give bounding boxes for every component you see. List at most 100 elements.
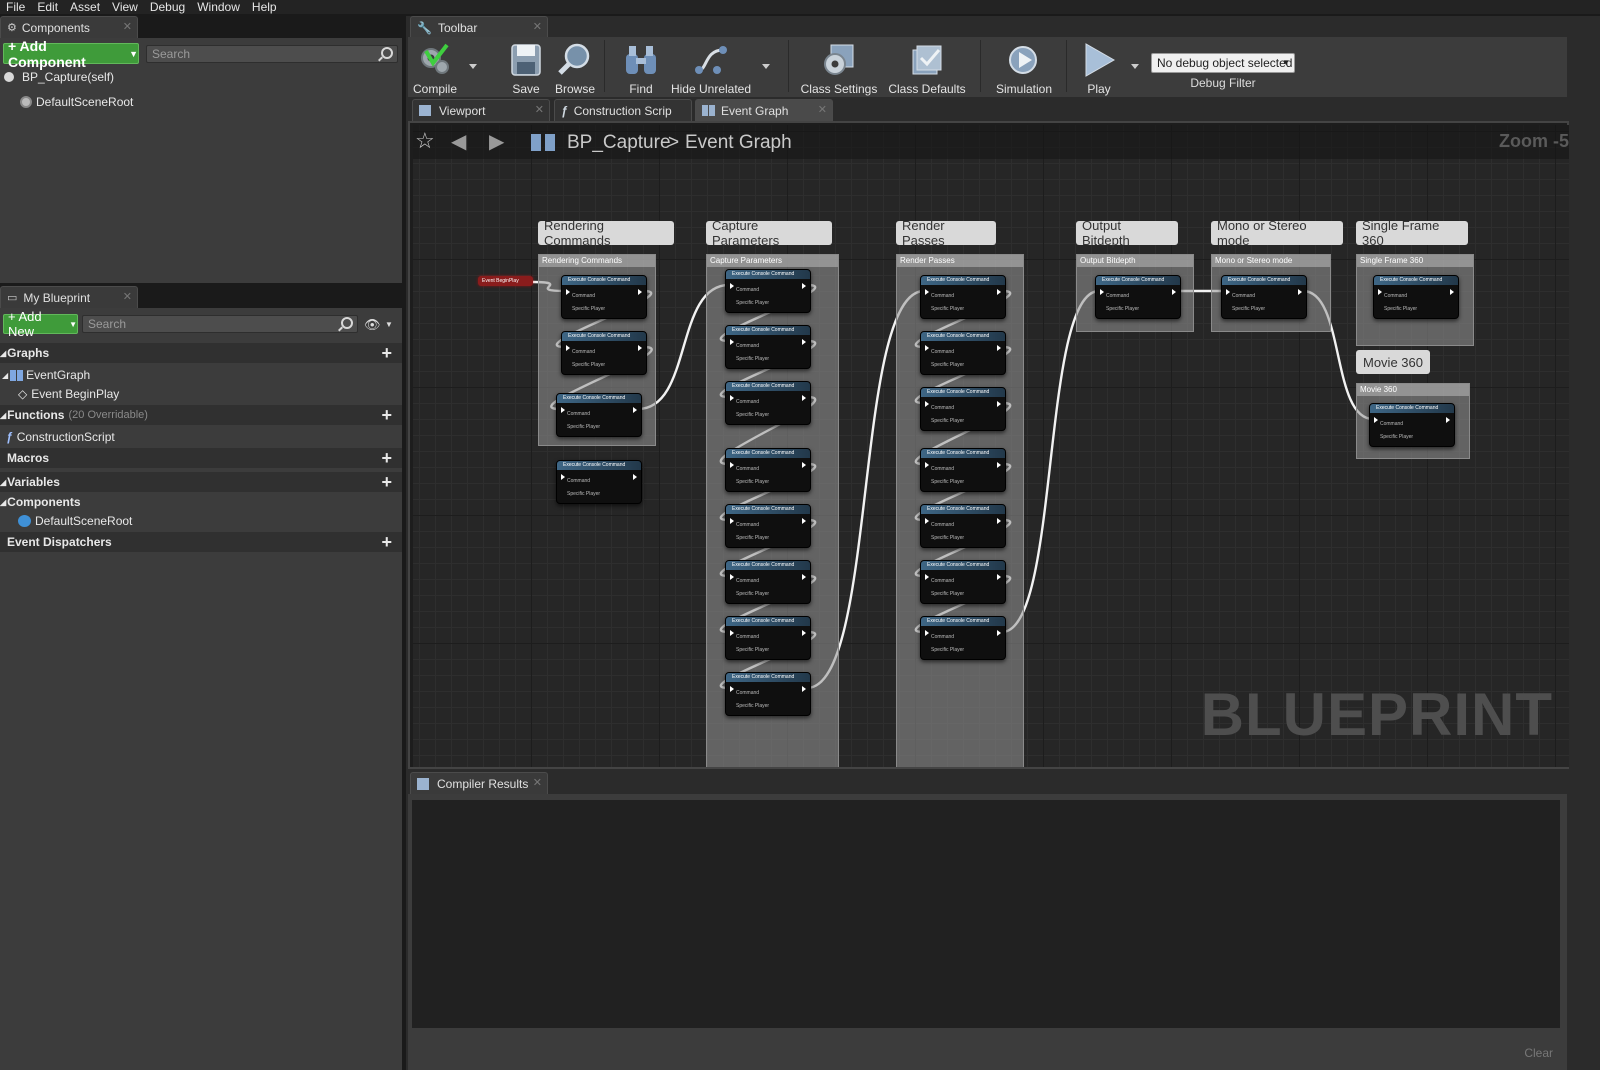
hide-unrelated-button[interactable]: Hide Unrelated (670, 36, 752, 96)
close-icon[interactable]: ✕ (533, 20, 542, 33)
menu-file[interactable]: File (0, 0, 31, 14)
class-defaults-button[interactable]: Class Defaults (885, 36, 969, 96)
console-command-node[interactable]: Execute Console Command Command Specific P… (920, 616, 1006, 660)
exec-in-pin[interactable] (566, 345, 570, 351)
close-icon[interactable]: ✕ (123, 290, 132, 303)
browse-button[interactable]: Browse (552, 36, 598, 96)
exec-out-pin[interactable] (633, 474, 637, 480)
console-command-node[interactable]: Execute Console Command Command Specific P… (725, 325, 811, 369)
menu-debug[interactable]: Debug (144, 0, 191, 14)
tab-components[interactable]: ⚙ Components ✕ (0, 16, 138, 38)
comment-label[interactable]: Movie 360 (1356, 350, 1430, 374)
console-command-node[interactable]: Execute Console Command Command Specific P… (920, 504, 1006, 548)
exec-in-pin[interactable] (561, 474, 565, 480)
exec-out-pin[interactable] (638, 289, 642, 295)
console-command-node[interactable]: Execute Console Command Command Specific P… (1221, 275, 1307, 319)
exec-in-pin[interactable] (730, 395, 734, 401)
close-icon[interactable]: ✕ (533, 776, 542, 789)
comment-label[interactable]: Rendering Commands (538, 218, 674, 248)
components-search-input[interactable]: Search (146, 45, 398, 63)
exec-out-pin[interactable] (997, 518, 1001, 524)
exec-in-pin[interactable] (730, 574, 734, 580)
console-command-node[interactable]: Execute Console Command Command Specific P… (920, 331, 1006, 375)
exec-in-pin[interactable] (925, 630, 929, 636)
exec-in-pin[interactable] (730, 630, 734, 636)
console-command-node[interactable]: Execute Console Command Command Specific P… (920, 448, 1006, 492)
console-command-node[interactable]: Execute Console Command Command Specific P… (1369, 403, 1455, 447)
close-icon[interactable]: ✕ (535, 103, 544, 116)
event-graph-canvas[interactable]: ☆ ◀ ▶ BP_Capture > Event Graph Zoom -5 R… (413, 125, 1569, 767)
console-command-node[interactable]: Execute Console Command Command Specific P… (561, 275, 647, 319)
add-dispatcher-icon[interactable]: + (381, 533, 392, 551)
comment-label[interactable]: Output Bitdepth (1076, 218, 1178, 248)
menu-edit[interactable]: Edit (31, 0, 64, 14)
console-command-node[interactable]: Execute Console Command Command Specific P… (725, 269, 811, 313)
exec-in-pin[interactable] (730, 283, 734, 289)
debug-object-select[interactable]: No debug object selected ▼ (1151, 53, 1295, 73)
eventgraph-item[interactable]: ◢ EventGraph (2, 365, 404, 385)
tab-construction-script[interactable]: ƒ Construction Scrip (554, 99, 692, 121)
category-graphs[interactable]: ◢ Graphs + (0, 343, 402, 363)
close-icon[interactable]: ✕ (123, 20, 132, 33)
exec-out-pin[interactable] (802, 574, 806, 580)
menu-help[interactable]: Help (246, 0, 283, 14)
compile-button[interactable]: Compile (410, 36, 460, 96)
category-functions[interactable]: ◢ Functions (20 Overridable) + (0, 405, 402, 425)
exec-out-pin[interactable] (633, 407, 637, 413)
exec-in-pin[interactable] (730, 339, 734, 345)
component-root-item[interactable]: DefaultSceneRoot (20, 92, 422, 112)
category-event-dispatchers[interactable]: Event Dispatchers + (0, 532, 402, 552)
exec-in-pin[interactable] (566, 289, 570, 295)
save-button[interactable]: Save (504, 36, 548, 96)
exec-out-pin[interactable] (1446, 417, 1450, 423)
exec-in-pin[interactable] (730, 518, 734, 524)
console-command-node[interactable]: Execute Console Command Command Specific P… (725, 448, 811, 492)
exec-in-pin[interactable] (925, 518, 929, 524)
tab-event-graph[interactable]: Event Graph ✕ (695, 99, 833, 121)
comment-label[interactable]: Render Passes (896, 218, 996, 248)
close-icon[interactable]: ✕ (818, 103, 827, 116)
add-new-button[interactable]: + Add New ▼ (3, 309, 78, 339)
hide-unrelated-dropdown-icon[interactable] (762, 64, 770, 69)
exec-in-pin[interactable] (730, 462, 734, 468)
exec-out-pin[interactable] (802, 395, 806, 401)
exec-in-pin[interactable] (561, 407, 565, 413)
default-scene-root-variable[interactable]: DefaultSceneRoot (18, 511, 420, 531)
comment-label[interactable]: Capture Parameters (706, 218, 832, 248)
construction-script-item[interactable]: ƒ ConstructionScript (6, 427, 408, 447)
exec-out-pin[interactable] (638, 345, 642, 351)
simulation-button[interactable]: Simulation (990, 36, 1058, 96)
clear-button[interactable]: Clear (1524, 1046, 1553, 1060)
exec-in-pin[interactable] (730, 686, 734, 692)
category-macros[interactable]: Macros + (0, 448, 402, 468)
exec-out-pin[interactable] (997, 345, 1001, 351)
console-command-node[interactable]: Execute Console Command Command Specific P… (725, 616, 811, 660)
menu-window[interactable]: Window (191, 0, 246, 14)
exec-in-pin[interactable] (1226, 289, 1230, 295)
exec-out-pin[interactable] (997, 574, 1001, 580)
exec-out-pin[interactable] (997, 401, 1001, 407)
add-function-icon[interactable]: + (381, 406, 392, 424)
add-macro-icon[interactable]: + (381, 449, 392, 467)
compile-dropdown-icon[interactable] (469, 64, 477, 69)
console-command-node[interactable]: Execute Console Command Command Specific P… (725, 672, 811, 716)
console-command-node[interactable]: Execute Console Command Command Specific P… (920, 275, 1006, 319)
exec-out-pin[interactable] (1298, 289, 1302, 295)
tab-toolbar[interactable]: 🔧 Toolbar ✕ (410, 16, 548, 38)
console-command-node[interactable]: Execute Console Command Command Specific P… (920, 560, 1006, 604)
console-command-node[interactable]: Execute Console Command Command Specific P… (725, 504, 811, 548)
console-command-node[interactable]: Execute Console Command Command Specific P… (1373, 275, 1459, 319)
console-command-node[interactable]: Execute Console Command Command Specific P… (1095, 275, 1181, 319)
exec-out-pin[interactable] (802, 518, 806, 524)
console-command-node[interactable]: Execute Console Command Command Specific P… (556, 460, 642, 504)
exec-out-pin[interactable] (802, 283, 806, 289)
blueprint-search-input[interactable]: Search (82, 315, 358, 333)
exec-in-pin[interactable] (1374, 417, 1378, 423)
exec-out-pin[interactable] (802, 630, 806, 636)
find-button[interactable]: Find (618, 36, 664, 96)
console-command-node[interactable]: Execute Console Command Command Specific P… (725, 560, 811, 604)
category-variables[interactable]: ◢ Variables + (0, 472, 402, 492)
console-command-node[interactable]: Execute Console Command Command Specific P… (920, 387, 1006, 431)
console-command-node[interactable]: Execute Console Command Command Specific P… (561, 331, 647, 375)
exec-out-pin[interactable] (802, 462, 806, 468)
